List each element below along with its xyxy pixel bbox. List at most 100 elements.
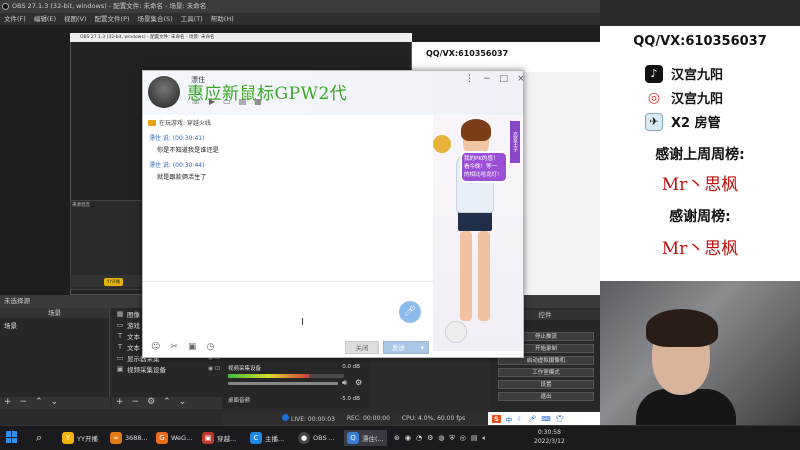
voice-call-icon[interactable]: ☏ (191, 97, 201, 106)
scene-item[interactable]: 场景 (0, 320, 109, 330)
game-icon: ▣ (202, 432, 214, 444)
shield-icon[interactable]: ⛨ (449, 434, 454, 443)
ime-language[interactable]: 中 (506, 414, 513, 424)
mixer-row: 桌面音频 -5.0 dB (228, 396, 364, 404)
weibo-name: 汉宫九阳 (671, 92, 724, 107)
minimize-icon[interactable]: − (483, 74, 491, 84)
taskbar-wegame[interactable]: G WeG... (156, 430, 192, 446)
taskbar-zhubo[interactable]: C 主播... (250, 430, 284, 446)
character-shorts (458, 211, 492, 231)
mixer-row: 视频采集设备 0.0 dB (228, 364, 364, 372)
speaker-icon[interactable]: 🔊︎ (342, 378, 347, 388)
volume-icon[interactable]: 🔈︎ (482, 434, 486, 443)
studio-mode-button[interactable]: 工作室模式 (498, 368, 594, 377)
gear-icon[interactable]: ⚙ (427, 434, 433, 442)
menu-scene-collection[interactable]: 场景集合(S) (138, 13, 173, 25)
input-toolbar: ☺ ✂ ▣ ◷ (151, 342, 214, 352)
browser-icon: C (250, 432, 262, 444)
menu-help[interactable]: 帮助(H) (211, 13, 234, 25)
clock-icon[interactable]: ◷ (206, 342, 214, 352)
moon-icon[interactable]: ☾ (517, 415, 523, 423)
scene-down-icon[interactable]: ⌄ (51, 397, 59, 409)
volume-slider[interactable] (228, 382, 338, 385)
obs-logo-icon (2, 3, 9, 10)
menu-profile[interactable]: 配置文件(P) (95, 13, 130, 25)
menu-file[interactable]: 文件(F) (4, 13, 26, 25)
sogou-icon[interactable]: S (492, 414, 501, 423)
menu-edit[interactable]: 编辑(E) (34, 13, 56, 25)
source-label: 视频采集设备 (127, 365, 166, 374)
remove-source-icon[interactable]: − (132, 397, 140, 409)
steam-icon[interactable]: ⊛ (394, 434, 400, 442)
mini-avatar[interactable] (445, 321, 467, 343)
shirt-icon[interactable]: 👕︎ (556, 415, 564, 423)
gear-icon[interactable]: ⚙ (355, 378, 362, 387)
taskbar-chuanyue[interactable]: ▣ 穿越... (202, 430, 236, 446)
send-button[interactable]: 发送 ▾ (383, 341, 429, 354)
scissors-icon[interactable]: ✂ (170, 342, 178, 352)
ime-tray: S 中 ☾ 🎤︎ ⌨ 👕︎ (488, 412, 600, 425)
close-button[interactable]: 关闭 (345, 341, 379, 354)
scene-up-icon[interactable]: ⌃ (35, 397, 43, 409)
mixer-db: 0.0 dB (342, 364, 360, 370)
qq-tray-icon[interactable]: ◍ (438, 434, 444, 442)
eye-icon[interactable]: ◉ ⊡ (208, 365, 222, 372)
add-scene-icon[interactable]: + (4, 397, 12, 409)
nested-title-bar: OBS 27.1.3 (32-bit, windows) - 配置文件: 未命名… (70, 33, 412, 42)
app-icon[interactable]: ▦ (254, 97, 262, 106)
stream-overlay: QQ/VX:610356037 ♪ 汉宫九阳 ◎ 汉宫九阳 ✈ X2 房管 感谢上周周… (600, 26, 800, 281)
close-icon[interactable]: × (517, 74, 525, 84)
gear-icon[interactable]: ⚙ (147, 397, 155, 409)
emoji-icon[interactable]: ☺ (151, 342, 160, 352)
menu-view[interactable]: 视图(V) (64, 13, 87, 25)
keyboard-icon[interactable]: ⌨ (541, 415, 550, 423)
qq-chat-window[interactable]: 漂住 惠应新鼠标GPW2代 ☏ ▶ ▭ ▤ ▦ ⋮ − □ × 在玩游戏: 穿越… (142, 70, 525, 358)
cpu-status: CPU: 4.0%, 60.00 fps (401, 415, 466, 422)
qq-icon: Q (347, 432, 359, 444)
game-status: 在玩游戏: 穿越火线 (148, 118, 211, 127)
taskbar-3688[interactable]: ∞ 3688... (110, 430, 148, 446)
obs-title-bar: OBS 27.1.3 (32-bit, windows) - 配置文件: 未命名… (0, 0, 600, 13)
taskbar-yy[interactable]: Y YY开播 (62, 430, 98, 446)
more-icon[interactable]: ⋮ (465, 74, 474, 84)
add-source-icon[interactable]: + (116, 397, 124, 409)
settings-button[interactable]: 设置 (498, 380, 594, 389)
search-icon[interactable]: ⌕ (36, 430, 42, 446)
taskbar-obs[interactable]: ● OBS ... (298, 430, 335, 446)
microphone-icon[interactable]: 🎤︎ (399, 301, 421, 323)
top-fan-last-week: Mr丶思枫 (661, 175, 739, 195)
file-icon[interactable]: ▤ (239, 97, 247, 106)
tiktok-icon: ♪ (645, 64, 663, 83)
taskbar-clock[interactable]: 0:30:58 2022/3/12 (534, 428, 565, 446)
lion-pet-icon (433, 135, 451, 153)
source-row[interactable]: ▣ 视频采集设备 ◉ ⊡ (112, 363, 222, 374)
mic-tray-icon[interactable]: 🎤︎ (528, 415, 536, 423)
nested-yy-badge: YY开播 (104, 278, 123, 286)
exit-button[interactable]: 退出 (498, 392, 594, 401)
mixer-db: -5.0 dB (340, 396, 360, 402)
source-label: 游戏 (127, 321, 140, 330)
network-icon[interactable]: ▤ (471, 434, 478, 442)
source-up-icon[interactable]: ⌃ (163, 397, 171, 409)
message-text: 就是跟款俩活生了 (157, 174, 207, 181)
image-icon[interactable]: ▣ (188, 342, 197, 352)
wifi-icon[interactable]: ◔ (416, 434, 422, 442)
maximize-icon[interactable]: □ (500, 74, 509, 84)
image-icon: ▦ (116, 309, 124, 318)
screen-share-icon[interactable]: ▭ (223, 97, 231, 106)
taskbar-piaozhu[interactable]: Q 漂住(... (344, 430, 387, 446)
taskbar-label: OBS ... (313, 434, 335, 442)
video-call-icon[interactable]: ▶ (209, 97, 215, 106)
source-down-icon[interactable]: ⌄ (179, 397, 187, 409)
windows-start-icon[interactable] (6, 431, 18, 443)
menu-tools[interactable]: 工具(T) (181, 13, 203, 25)
contact-avatar[interactable] (148, 76, 180, 108)
message-meta: 漂住 说: (00:30:41) (149, 135, 205, 142)
overlay-weibo: ◎ 汉宫九阳 (645, 88, 724, 108)
remove-scene-icon[interactable]: − (20, 397, 28, 409)
taskbar-label: 穿越... (217, 435, 237, 443)
eye-icon[interactable]: ◎ (460, 434, 466, 442)
window-controls: ⋮ − □ × (465, 74, 525, 84)
chrome-icon[interactable]: ◉ (405, 434, 411, 442)
chevron-down-icon[interactable]: ▾ (421, 342, 424, 354)
